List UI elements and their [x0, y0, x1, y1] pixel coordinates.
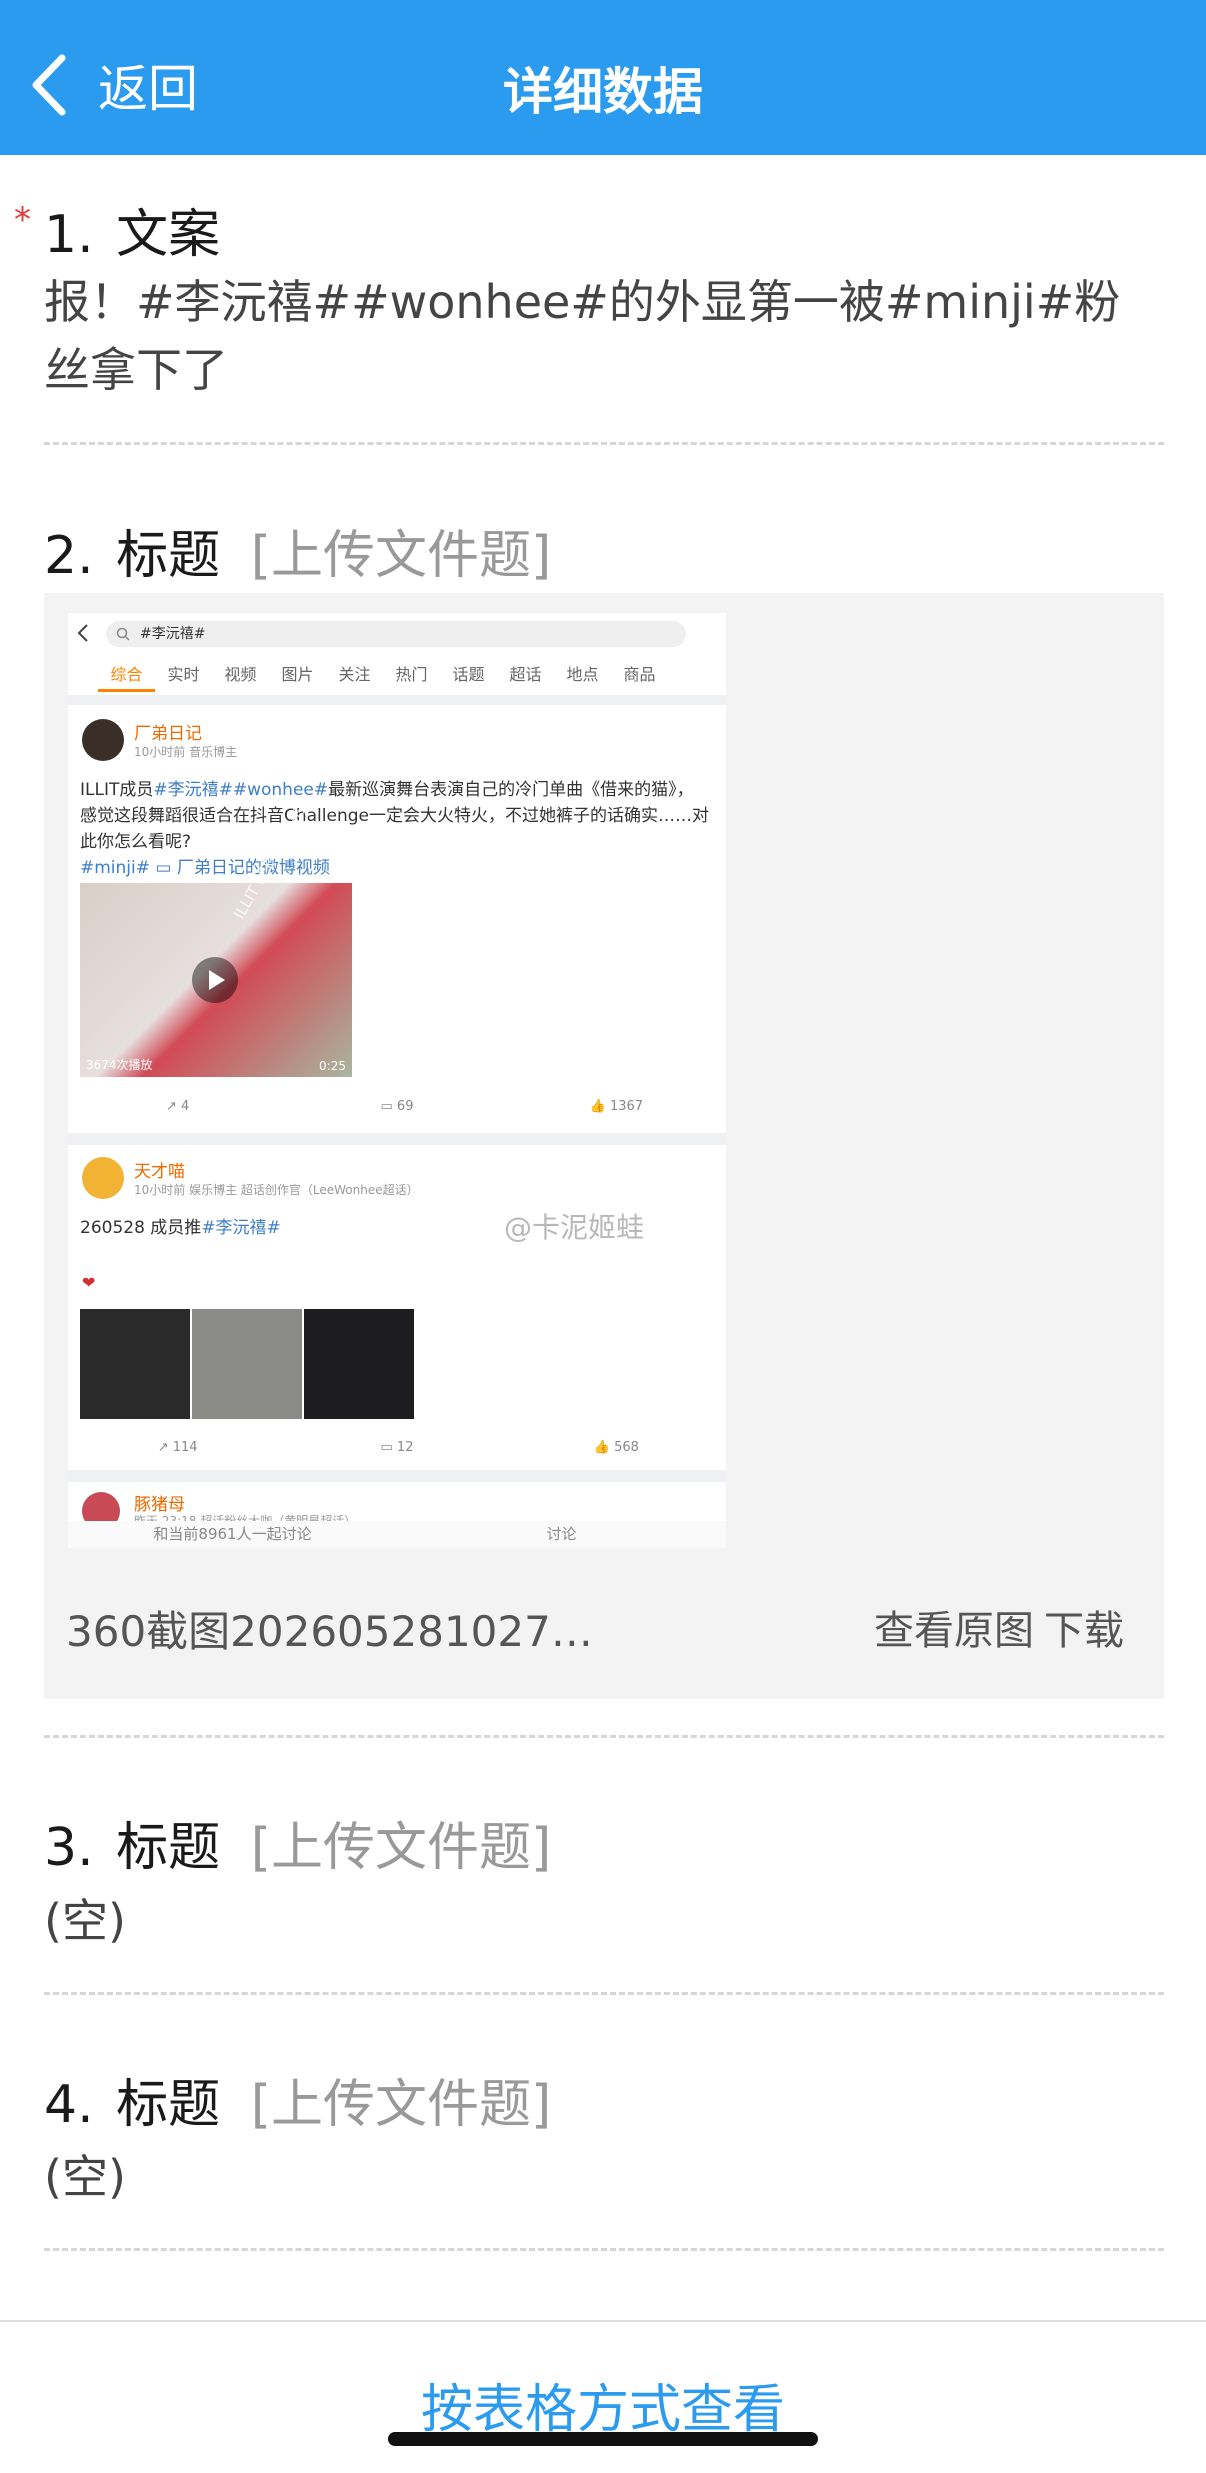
page-title: 详细数据 [503, 63, 703, 121]
discuss-button: 讨论 [546, 1525, 577, 1543]
post-image [80, 1309, 190, 1419]
question-type-hint: [上传文件题] [250, 2075, 552, 2135]
post-meta: 10小时前 音乐博主 [134, 745, 238, 759]
question-1-title: 1. 文案 [44, 192, 220, 267]
thumb-bottom-bar: 和当前8961人一起讨论 讨论 [68, 1521, 726, 1548]
video-thumbnail: ILLIT LEEWONHEE 3674次播放 0:25 [80, 796, 352, 1077]
divider [44, 1735, 1164, 1738]
question-label: 标题 [116, 526, 221, 586]
thumb-tab: 地点 [566, 665, 599, 684]
post-meta: 10小时前 娱乐博主 超话创作官（LeeWonhee超话） [134, 1183, 419, 1197]
question-2-title: 2. 标题 [上传文件题] [44, 513, 551, 588]
question-3-title: 3. 标题 [上传文件题] [44, 1805, 551, 1880]
question-1-answer: 报！#李沅禧##wonhee#的外显第一被#minji#粉丝拿下了 [44, 275, 1121, 397]
repost-count: ↗ 4 [166, 1099, 190, 1114]
heart-icon: ❤ [82, 1273, 96, 1292]
video-link-icon: ▭ [155, 858, 172, 878]
home-indicator [388, 2432, 818, 2446]
file-name: 360截图20260528102704… [66, 1607, 606, 1656]
question-type-hint: [上传文件题] [250, 526, 552, 586]
thumb-tab: 综合 [98, 661, 155, 692]
file-thumbnail[interactable]: #李沅禧# 综合 实时 视频 图片 关注 热门 话题 超话 地点 商品 厂弟日记… [68, 613, 726, 1548]
avatar [82, 719, 124, 761]
question-number: 1. [44, 205, 94, 265]
divider [44, 442, 1164, 445]
question-number: 4. [44, 2075, 94, 2135]
repost-count: ↗ 114 [157, 1440, 198, 1455]
thumb-search-box: #李沅禧# [106, 621, 686, 647]
divider [44, 1992, 1164, 1995]
like-count: 👍 1367 [589, 1099, 644, 1114]
divider [44, 2248, 1164, 2251]
play-icon [192, 957, 238, 1003]
search-icon [116, 627, 130, 641]
thumb-tab: 视频 [224, 665, 257, 684]
thumb-tab: 关注 [338, 665, 371, 684]
post-text-part: ILLIT成员 [80, 780, 154, 800]
footer-divider [0, 2320, 1206, 2322]
question-4-answer: (空) [44, 2150, 126, 2204]
thumb-tab: 热门 [395, 665, 428, 684]
hashtag: #李沅禧# [153, 780, 233, 800]
video-duration: 0:25 [319, 1059, 346, 1073]
avatar [82, 1157, 124, 1199]
thumb-search-text: #李沅禧# [140, 626, 206, 642]
thumb-tab: 超话 [509, 665, 542, 684]
thumb-post: 豚猪母 昨天 23:18 超话粉丝大咖（黄明昊超话） [68, 1482, 726, 1530]
chevron-left-icon [77, 624, 88, 642]
download-link[interactable]: 下载 [1044, 1598, 1124, 1656]
table-view-button[interactable]: 按表格方式查看 [0, 2367, 1206, 2442]
question-label: 标题 [116, 2075, 221, 2135]
weibo-watermark: @卡泥姬蛙 [504, 1211, 645, 1244]
hashtag: #minji# [80, 858, 150, 878]
required-mark: * [14, 200, 31, 240]
discussion-count: 和当前8961人一起讨论 [153, 1525, 312, 1543]
question-label: 标题 [116, 1818, 221, 1878]
comment-count: ▭ 69 [380, 1099, 414, 1114]
post-image [304, 1309, 414, 1419]
header-bar: 返回 详细数据 [0, 0, 1206, 155]
hashtag: #李沅禧# [201, 1218, 281, 1238]
view-original-link[interactable]: 查看原图 [874, 1598, 1034, 1656]
post-author: 天才喵 [134, 1162, 185, 1182]
question-number: 3. [44, 1818, 94, 1878]
question-label: 文案 [116, 205, 221, 265]
question-3-answer: (空) [44, 1894, 126, 1948]
thumb-tab: 图片 [281, 665, 314, 684]
thumb-tabs: 综合 实时 视频 图片 关注 热门 话题 超话 地点 商品 [98, 661, 668, 692]
thumb-post: 天才喵 10小时前 娱乐博主 超话创作官（LeeWonhee超话） 260528… [68, 1145, 726, 1470]
question-type-hint: [上传文件题] [250, 1818, 552, 1878]
like-count: 👍 568 [593, 1440, 639, 1455]
thumb-search-header: #李沅禧# 综合 实时 视频 图片 关注 热门 话题 超话 地点 商品 [68, 613, 726, 695]
thumb-tab: 话题 [452, 665, 485, 684]
question-number: 2. [44, 526, 94, 586]
comment-count: ▭ 12 [380, 1440, 414, 1455]
file-card: #李沅禧# 综合 实时 视频 图片 关注 热门 话题 超话 地点 商品 厂弟日记… [44, 593, 1164, 1699]
post-text: ILLIT成员#李沅禧##wonhee#最新巡演舞台表演自己的冷门单曲《借来的猫… [80, 777, 710, 881]
thumb-tab: 实时 [167, 665, 200, 684]
post-actions: ↗ 114 ▭ 12 👍 568 [68, 1440, 726, 1455]
thumb-post: 厂弟日记 10小时前 音乐博主 ILLIT成员#李沅禧##wonhee#最新巡演… [68, 705, 726, 1133]
post-actions: ↗ 4 ▭ 69 👍 1367 [68, 1099, 726, 1114]
video-views: 3674次播放 [86, 1058, 153, 1072]
post-author: 厂弟日记 [134, 724, 202, 744]
post-image [192, 1309, 302, 1419]
question-4-title: 4. 标题 [上传文件题] [44, 2062, 551, 2137]
hashtag: #wonhee# [232, 780, 329, 800]
thumb-tab: 商品 [623, 665, 656, 684]
post-text-part: 260528 成员推 [80, 1218, 202, 1238]
